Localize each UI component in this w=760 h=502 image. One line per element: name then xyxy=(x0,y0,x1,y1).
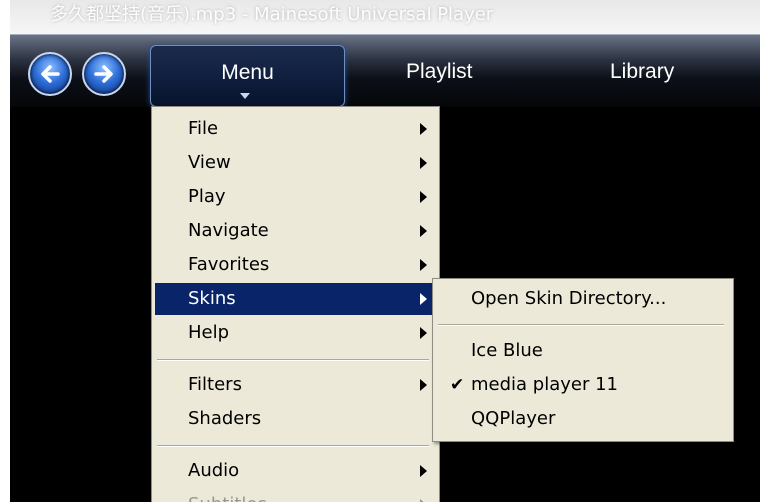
submenu-arrow-icon xyxy=(420,327,427,339)
menu-item-label: media player 11 xyxy=(471,374,618,395)
arrow-left-icon xyxy=(41,65,60,83)
menu-item-audio[interactable]: Audio xyxy=(155,455,436,487)
skin-item-qqplayer[interactable]: QQPlayer xyxy=(436,403,730,435)
skins-submenu: Open Skin Directory... Ice Blue ✔ media … xyxy=(432,278,734,442)
toolbar: Menu Playlist Library xyxy=(10,34,760,107)
menu-item-label: Favorites xyxy=(188,254,270,275)
menu-item-label: Navigate xyxy=(188,220,269,241)
tab-library[interactable]: Library xyxy=(610,60,674,84)
menu-item-shaders[interactable]: Shaders xyxy=(155,403,436,435)
menu-tab[interactable]: Menu xyxy=(150,45,345,107)
menu-separator xyxy=(157,359,429,361)
menu-item-navigate[interactable]: Navigate xyxy=(155,215,436,247)
forward-button[interactable] xyxy=(82,52,126,96)
submenu-arrow-icon xyxy=(420,157,427,169)
menu-item-label: Filters xyxy=(188,374,242,395)
submenu-arrow-icon xyxy=(420,379,427,391)
title-bar: 多久都坚持(音乐).mp3 - Mainesoft Universal Play… xyxy=(10,0,760,34)
skin-item-media-player-11[interactable]: ✔ media player 11 xyxy=(436,369,730,401)
skin-item-ice-blue[interactable]: Ice Blue xyxy=(436,335,730,367)
window-title: 多久都坚持(音乐).mp3 - Mainesoft Universal Play… xyxy=(50,4,494,25)
menu-item-subtitles[interactable]: Subtitles xyxy=(155,489,436,502)
checkmark-icon: ✔ xyxy=(450,375,465,395)
menu-item-label: Skins xyxy=(188,288,236,309)
submenu-arrow-icon xyxy=(420,259,427,271)
player-window: 多久都坚持(音乐).mp3 - Mainesoft Universal Play… xyxy=(10,0,760,502)
main-menu: File View Play Navigate Favorites Skins … xyxy=(151,106,440,502)
open-skin-directory-item[interactable]: Open Skin Directory... xyxy=(436,283,730,315)
menu-item-label: Open Skin Directory... xyxy=(471,288,667,309)
back-button[interactable] xyxy=(28,52,72,96)
menu-separator xyxy=(438,324,724,326)
menu-tab-label: Menu xyxy=(221,61,274,84)
menu-item-file[interactable]: File xyxy=(155,113,436,145)
submenu-arrow-icon xyxy=(420,465,427,477)
menu-item-label: Subtitles xyxy=(188,489,267,502)
menu-item-label: File xyxy=(188,118,219,139)
menu-item-help[interactable]: Help xyxy=(155,317,436,349)
menu-item-label: View xyxy=(188,152,231,173)
menu-item-label: Ice Blue xyxy=(471,340,543,361)
menu-item-label: Shaders xyxy=(188,408,262,429)
menu-item-filters[interactable]: Filters xyxy=(155,369,436,401)
arrow-right-icon xyxy=(94,65,113,83)
submenu-arrow-icon xyxy=(420,225,427,237)
menu-item-skins[interactable]: Skins xyxy=(155,283,436,315)
caret-down-icon xyxy=(240,93,250,99)
tab-playlist[interactable]: Playlist xyxy=(406,60,473,84)
menu-item-favorites[interactable]: Favorites xyxy=(155,249,436,281)
submenu-arrow-icon xyxy=(420,293,427,305)
menu-separator xyxy=(157,445,429,447)
menu-item-label: Play xyxy=(188,186,226,207)
menu-item-label: QQPlayer xyxy=(471,408,556,429)
submenu-arrow-icon xyxy=(420,191,427,203)
submenu-arrow-icon xyxy=(420,123,427,135)
menu-item-view[interactable]: View xyxy=(155,147,436,179)
menu-item-play[interactable]: Play xyxy=(155,181,436,213)
menu-item-label: Help xyxy=(188,322,230,343)
menu-item-label: Audio xyxy=(188,460,240,481)
